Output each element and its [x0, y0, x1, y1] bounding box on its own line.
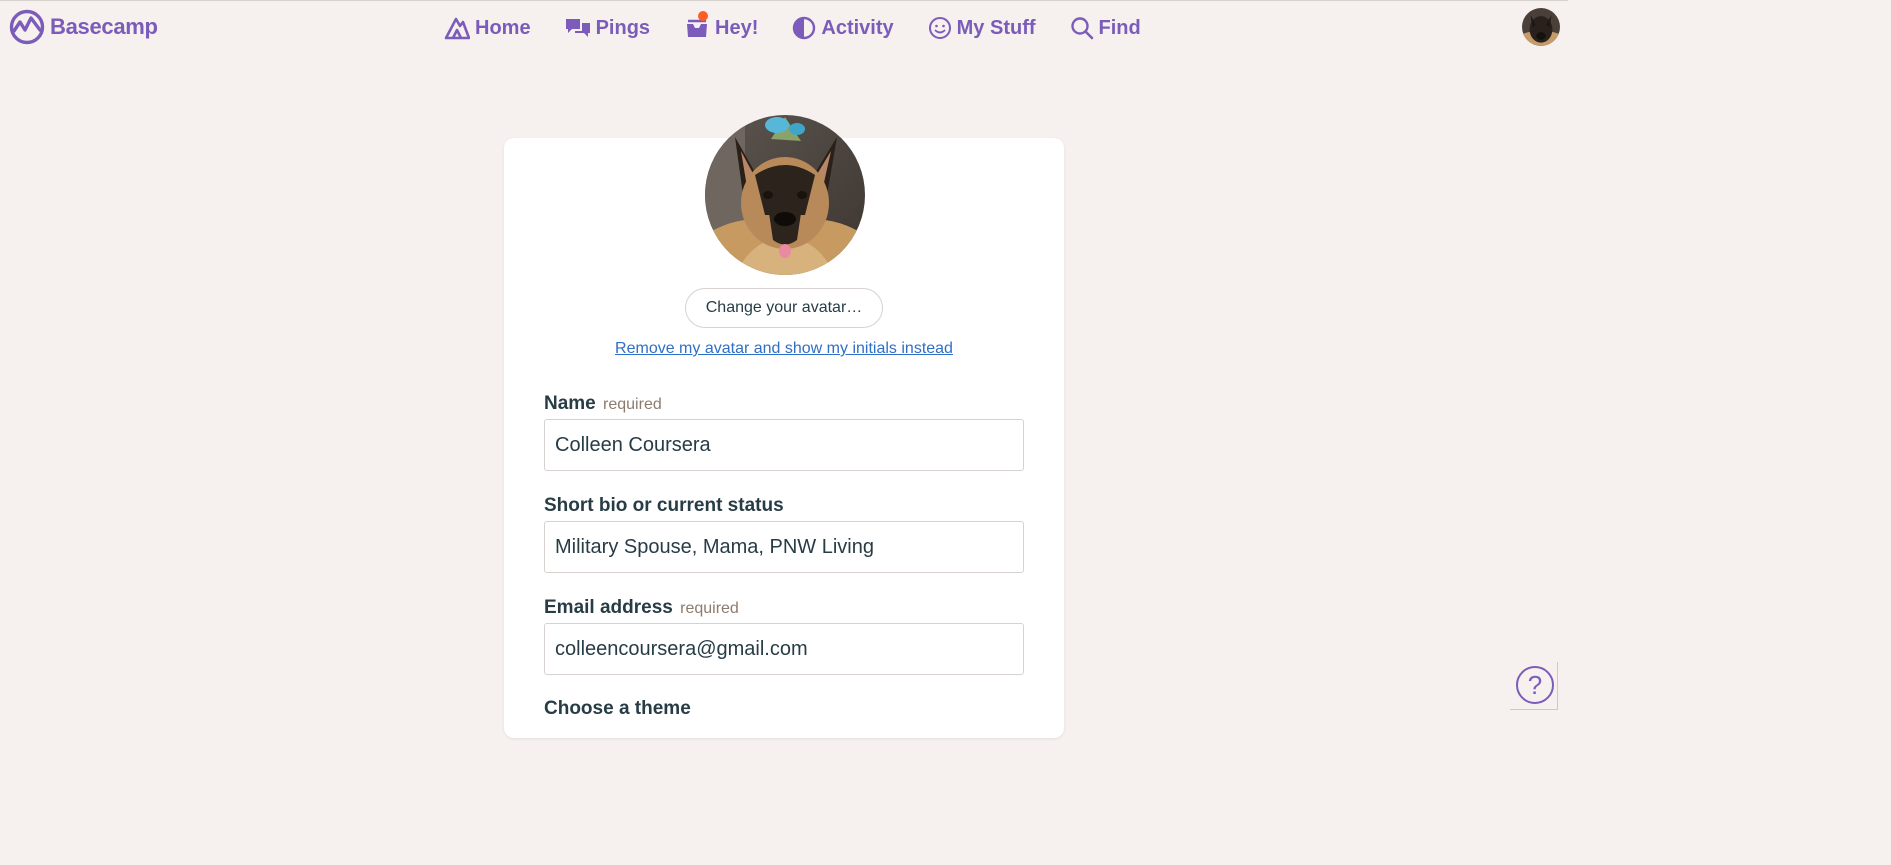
avatar-dog-photo	[1522, 8, 1560, 46]
profile-avatar-photo	[705, 115, 865, 275]
dog-photo	[705, 115, 865, 275]
search-icon	[1070, 17, 1093, 40]
nav-home[interactable]: Home	[444, 10, 531, 46]
nav-activity-label: Activity	[821, 16, 894, 39]
basecamp-logo[interactable]: Basecamp	[8, 9, 158, 45]
my-stuff-icon	[928, 17, 951, 39]
name-label: Name required	[544, 393, 662, 415]
notification-dot	[698, 11, 709, 21]
top-border	[0, 0, 1568, 1]
nav-find[interactable]: Find	[1070, 10, 1141, 46]
nav-find-label: Find	[1098, 16, 1141, 39]
email-label-text: Email address	[544, 597, 673, 618]
remove-avatar-link-row: Remove my avatar and show my initials in…	[0, 340, 1568, 358]
change-avatar-button[interactable]: Change your avatar…	[685, 288, 883, 328]
bio-field[interactable]	[544, 521, 1024, 573]
email-label: Email address required	[544, 597, 739, 619]
main-nav: Home Pings Hey! Activity My Stuff Find	[444, 10, 1175, 46]
nav-hey-label: Hey!	[715, 16, 759, 39]
name-field[interactable]	[544, 419, 1024, 471]
nav-my-stuff[interactable]: My Stuff	[928, 10, 1036, 46]
name-label-text: Name	[544, 393, 596, 414]
theme-heading: Choose a theme	[544, 698, 691, 719]
email-field[interactable]	[544, 623, 1024, 675]
user-avatar-menu[interactable]	[1522, 8, 1560, 46]
home-icon	[444, 17, 470, 40]
nav-hey[interactable]: Hey!	[684, 10, 758, 46]
nav-pings-label: Pings	[595, 16, 651, 39]
name-required-hint: required	[603, 396, 662, 413]
nav-my-stuff-label: My Stuff	[956, 16, 1036, 39]
brand-name: Basecamp	[50, 14, 158, 39]
basecamp-logo-icon	[9, 9, 45, 45]
activity-icon	[793, 16, 816, 40]
nav-pings[interactable]: Pings	[565, 10, 650, 46]
pings-icon	[565, 19, 590, 37]
bio-label-text: Short bio or current status	[544, 495, 784, 516]
nav-activity[interactable]: Activity	[792, 10, 894, 46]
email-required-hint: required	[680, 600, 739, 617]
nav-home-label: Home	[475, 16, 531, 39]
bio-label: Short bio or current status	[544, 495, 784, 517]
help-question-icon: ?	[1527, 669, 1543, 700]
remove-avatar-link[interactable]: Remove my avatar and show my initials in…	[615, 340, 953, 357]
help-button[interactable]: ?	[1516, 666, 1554, 704]
